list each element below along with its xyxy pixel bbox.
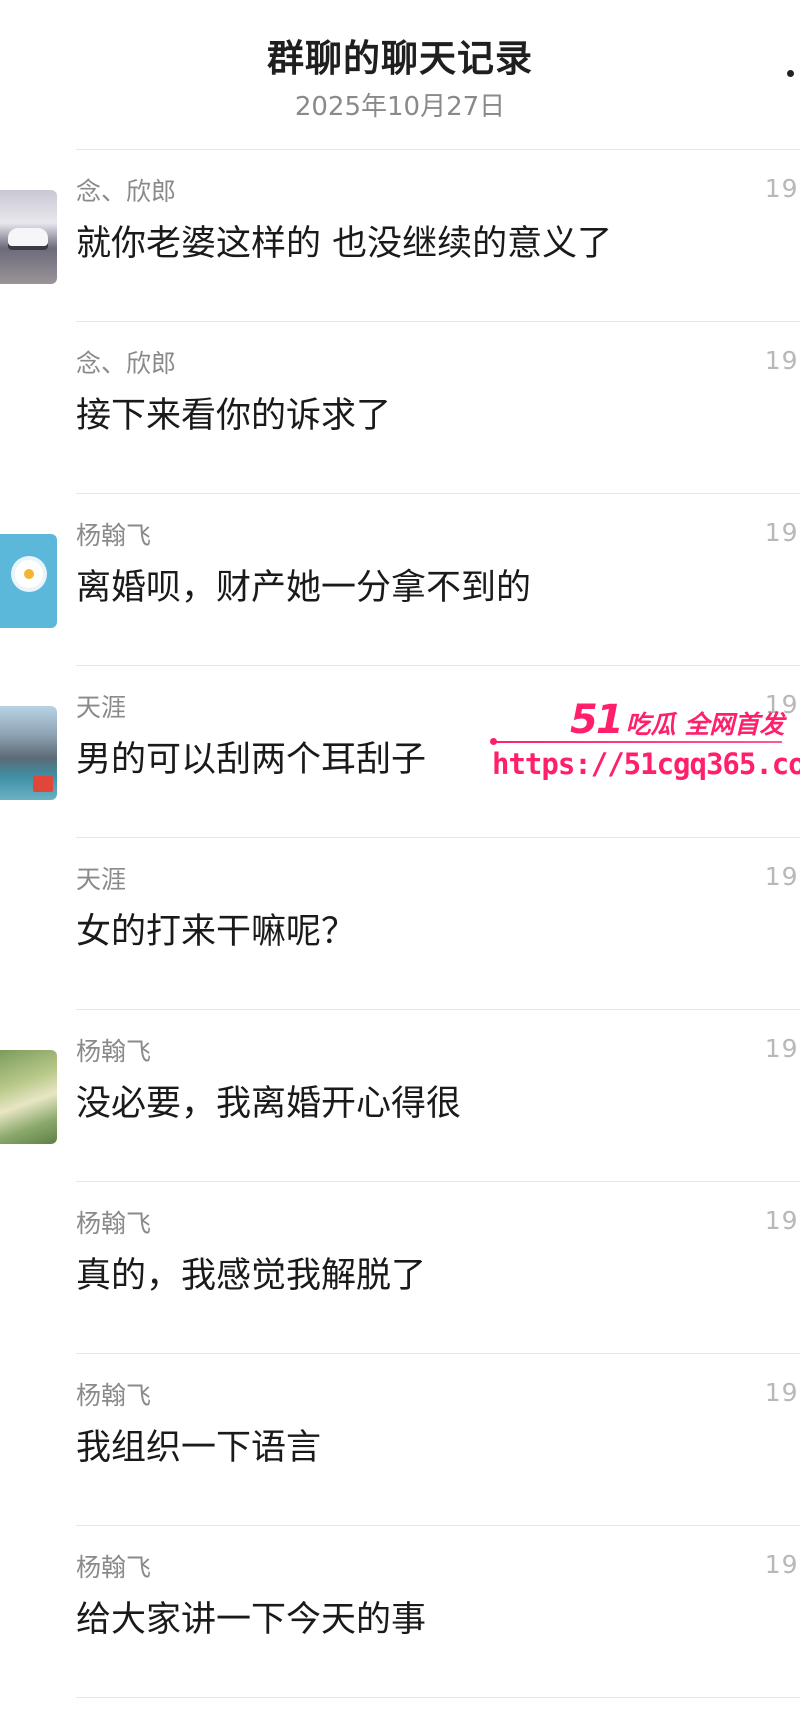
message-text: 接下来看你的诉求了 <box>76 396 392 436</box>
message-time: 19: <box>764 1206 800 1235</box>
sender-name: 念、欣郎 <box>76 349 177 378</box>
watermark-url: https://51cgq365.com <box>492 747 800 781</box>
divider <box>76 1697 800 1698</box>
message-time: 19: <box>764 1550 800 1579</box>
chat-history-header: 群聊的聊天记录 2025年10月27日 <box>0 0 800 150</box>
sender-name: 杨翰飞 <box>76 521 152 550</box>
sender-name: 杨翰飞 <box>76 1209 152 1238</box>
message-time: 19: <box>764 174 800 203</box>
message-item[interactable]: 杨翰飞 19: 我组织一下语言 <box>0 1354 800 1526</box>
message-list: 念、欣郎 19: 就你老婆这样的 也没继续的意义了 念、欣郎 19: 接下来看你… <box>0 150 800 1698</box>
message-item[interactable]: 杨翰飞 19: 给大家讲一下今天的事 <box>0 1526 800 1698</box>
watermark-brand-number: 51 <box>570 697 624 743</box>
message-time: 19: <box>764 346 800 375</box>
message-time: 19: <box>764 518 800 547</box>
watermark-line <box>490 738 782 745</box>
chat-date: 2025年10月27日 <box>294 92 506 122</box>
sender-name: 念、欣郎 <box>76 177 177 206</box>
sender-name: 杨翰飞 <box>76 1037 152 1066</box>
mountain-avatar[interactable] <box>0 706 57 800</box>
landscape-avatar[interactable] <box>0 1050 57 1144</box>
message-text: 真的，我感觉我解脱了 <box>76 1256 427 1296</box>
message-item[interactable]: 念、欣郎 19: 接下来看你的诉求了 <box>0 322 800 494</box>
message-text: 没必要，我离婚开心得很 <box>76 1084 462 1124</box>
message-text: 就你老婆这样的 也没继续的意义了 <box>76 224 613 264</box>
car-avatar[interactable] <box>0 190 57 284</box>
sender-name: 杨翰飞 <box>76 1553 152 1582</box>
page-title: 群聊的聊天记录 <box>267 37 533 80</box>
watermark-brand: 51 吃瓜 全网首发 <box>570 697 784 743</box>
message-text: 我组织一下语言 <box>76 1428 322 1468</box>
watermark: 51 吃瓜 全网首发 https://51cgq365.com <box>490 697 800 787</box>
message-text: 男的可以刮两个耳刮子 <box>76 740 427 780</box>
message-item[interactable]: 杨翰飞 19: 离婚呗，财产她一分拿不到的 <box>0 494 800 666</box>
sender-name: 杨翰飞 <box>76 1381 152 1410</box>
message-item[interactable]: 杨翰飞 19: 真的，我感觉我解脱了 <box>0 1182 800 1354</box>
message-text: 给大家讲一下今天的事 <box>76 1600 427 1640</box>
message-time: 19: <box>764 1378 800 1407</box>
message-time: 19: <box>764 1034 800 1063</box>
flower-avatar[interactable] <box>0 534 57 628</box>
message-item[interactable]: 天涯 19: 女的打来干嘛呢？ <box>0 838 800 1010</box>
message-item[interactable]: 念、欣郎 19: 就你老婆这样的 也没继续的意义了 <box>0 150 800 322</box>
message-text: 女的打来干嘛呢？ <box>76 912 357 952</box>
message-time: 19: <box>764 862 800 891</box>
sender-name: 天涯 <box>76 865 127 894</box>
message-text: 离婚呗，财产她一分拿不到的 <box>76 568 532 608</box>
sender-name: 天涯 <box>76 693 127 722</box>
message-item[interactable]: 杨翰飞 19: 没必要，我离婚开心得很 <box>0 1010 800 1182</box>
more-menu-icon[interactable] <box>787 70 794 77</box>
watermark-slogan: 吃瓜 全网首发 <box>625 710 785 739</box>
